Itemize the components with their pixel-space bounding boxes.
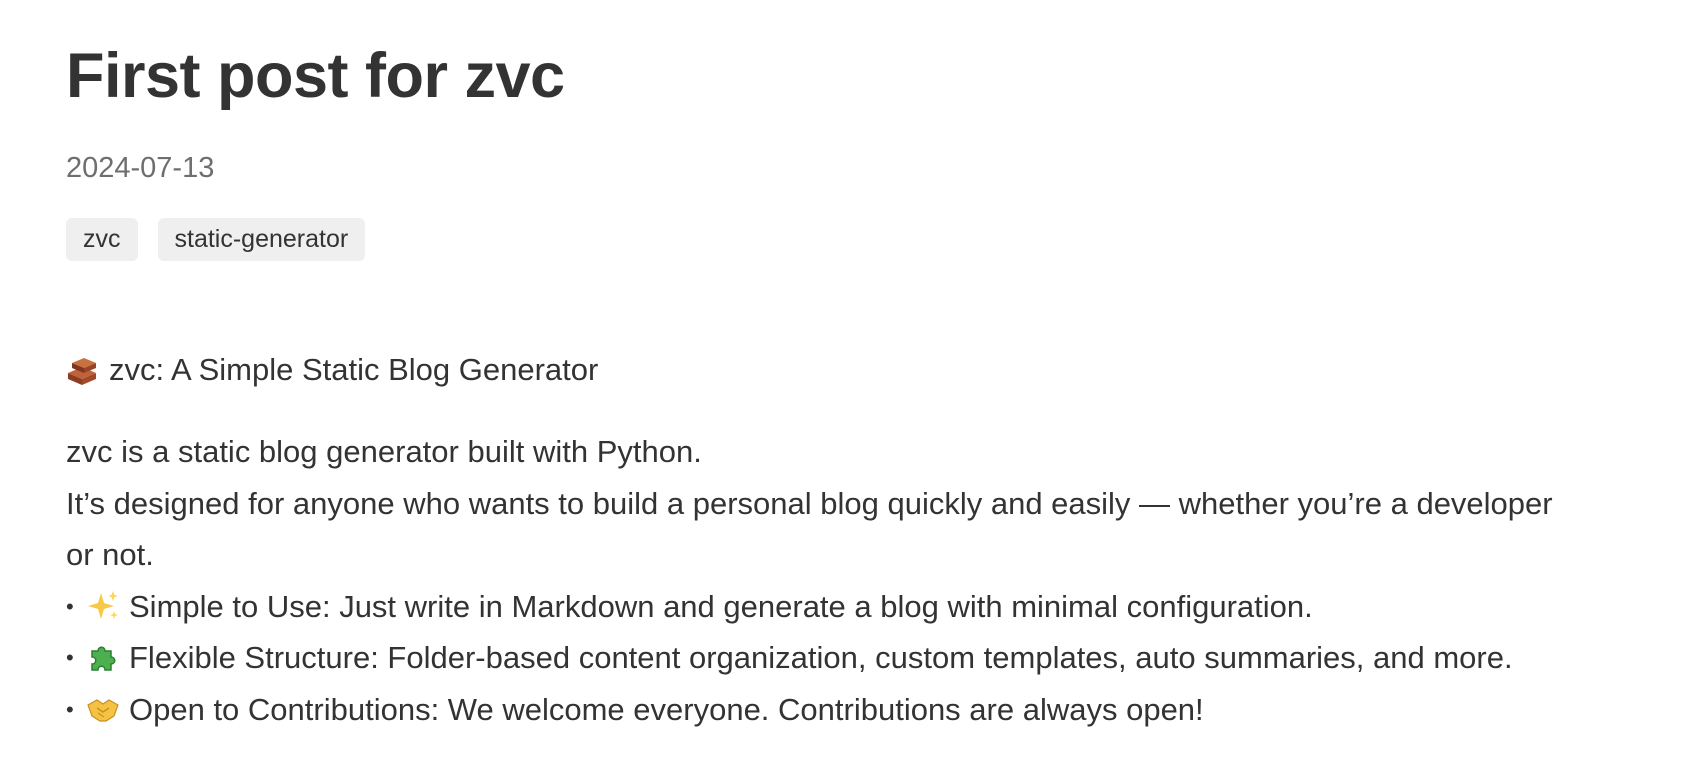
intro-line: or not. (66, 537, 154, 572)
feature-list: • Simple to Use: Just write in Markdown … (66, 581, 1666, 736)
post-date: 2024-07-13 (66, 152, 215, 184)
bullet-dot: • (66, 645, 74, 670)
intro-line: zvc is a static blog generator built wit… (66, 434, 702, 469)
bullet-dot: • (66, 696, 74, 722)
intro-line: It’s designed for anyone who wants to bu… (66, 485, 1553, 521)
feature-text: Flexible Structure: Folder-based content… (129, 640, 1513, 675)
feature-item: • Open to Contributions: We welcome ever… (66, 684, 1666, 736)
content-heading-text: zvc: A Simple Static Blog Generator (109, 352, 599, 387)
feature-item: • Simple to Use: Just write in Markdown … (66, 581, 1666, 633)
intro-paragraph: zvc is a static blog generator built wit… (66, 426, 1666, 581)
tag-zvc[interactable]: zvc (66, 218, 138, 261)
post-title: First post for zvc (66, 41, 565, 111)
puzzle-piece-icon (86, 641, 120, 675)
feature-text: Simple to Use: Just write in Markdown an… (129, 588, 1313, 624)
sparkles-icon (86, 589, 120, 623)
feature-item: • Flexible Structure: Folder-based conte… (66, 632, 1666, 684)
bullet-dot: • (66, 593, 74, 619)
feature-text: Open to Contributions: We welcome everyo… (129, 691, 1204, 727)
tag-static-generator[interactable]: static-generator (157, 218, 366, 261)
handshake-icon (86, 692, 120, 726)
tag-list: zvc static-generator (66, 218, 366, 261)
bricks-icon (66, 353, 100, 387)
content-heading: zvc: A Simple Static Blog Generator (66, 346, 1666, 394)
post-content: zvc: A Simple Static Blog Generator zvc … (66, 346, 1666, 735)
